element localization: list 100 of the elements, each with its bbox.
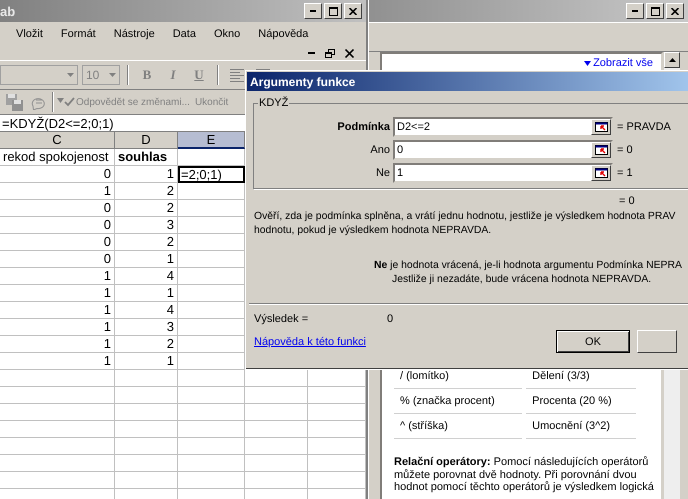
table-cell: 1 [0,353,115,370]
empty-cell [308,421,366,438]
empty-cell [178,387,245,404]
table-cell: Umocnění (3^2) [526,414,636,439]
table-cell: =2;0;1) [178,166,245,183]
empty-cell [178,421,245,438]
empty-cell [178,438,245,455]
argument-result: = 1 [616,166,634,178]
table-cell: 1 [115,251,178,268]
menu-item[interactable]: Vložit [16,27,43,41]
argument-label: Podmínka [337,120,391,132]
table-cell: 0 [0,251,115,268]
argument-result: = PRAVDA [616,120,672,132]
expand-arrow-icon [584,60,592,66]
cell-picker-icon [594,122,608,132]
argument-field[interactable]: D2<=2 [393,116,613,136]
empty-cell [178,370,245,387]
empty-cell [115,387,178,404]
table-cell: 2 [115,336,178,353]
menu-item[interactable]: Nápověda [258,27,308,41]
column-header[interactable]: C [0,132,115,149]
argument-label: Ne [376,166,391,178]
table-cell: % (značka procent) [394,389,522,414]
window-title: ab [0,4,16,18]
disks-icon [6,94,22,110]
empty-cell [308,455,366,472]
dropdown-arrow-icon [67,73,74,77]
table-cell: 0 [0,200,115,217]
table-cell: 1 [115,166,178,183]
empty-cell [308,387,366,404]
empty-cell [178,472,245,489]
empty-cell [308,404,366,421]
show-all-link[interactable]: Zobrazit vše [584,57,653,69]
cell-picker-icon [594,144,608,154]
table-cell: 1 [115,353,178,370]
column-header[interactable]: E [178,132,245,149]
empty-cell [245,421,308,438]
table-cell: 1 [0,285,115,302]
minimize-button[interactable] [626,3,644,19]
maximize-button[interactable] [646,3,664,19]
menu-item[interactable]: Nástroje [114,27,155,41]
table-cell: Procenta (20 %) [526,389,636,414]
table-cell: 2 [115,200,178,217]
argument-field[interactable]: 1 [393,162,613,182]
maximize-icon [650,6,660,16]
argument-result: = 0 [616,144,634,156]
table-cell: 1 [0,319,115,336]
menu-item[interactable]: Formát [60,27,96,41]
up-arrow-icon [668,58,676,62]
table-cell: souhlas [115,149,178,166]
minimize-icon [632,10,638,12]
empty-cell [115,421,178,438]
argument-field[interactable]: 0 [393,140,613,160]
empty-cell [115,370,178,387]
minimize-button[interactable] [304,3,322,19]
empty-cell [245,472,308,489]
empty-cell [245,455,308,472]
align-left-icon [230,68,244,82]
table-cell: 2 [115,183,178,200]
maximize-icon [328,6,338,16]
restore-button[interactable] [325,48,335,58]
argument-label: Ano [370,144,391,156]
dialog-title: Argumenty funkce [250,74,356,88]
table-cell: ^ (stříška) [394,414,522,439]
result-value: 0 [387,313,394,325]
table-cell: 0 [0,234,115,251]
table-cell: 1 [0,268,115,285]
table-cell: 1 [0,302,115,319]
function-description: Ověří, zda je podmínka splněna, a vrátí jednu hodnotu, jestliže je výsledkem hodnota PRAV [254,210,676,224]
collapse-dialog-button[interactable] [591,164,611,180]
table-cell: 1 [0,336,115,353]
table-cell: 4 [115,302,178,319]
collapse-dialog-button[interactable] [591,142,611,158]
empty-cell [178,455,245,472]
help-link[interactable]: Nápověda k této funkci [254,336,366,348]
empty-cell [115,404,178,421]
table-cell: 0 [0,166,115,183]
empty-cell [115,438,178,455]
maximize-button[interactable] [324,3,342,19]
table-cell: rekod spokojenost [0,149,115,166]
result-label: Výsledek = [254,313,310,325]
collapse-dialog-button[interactable] [591,118,611,134]
close-button[interactable] [345,48,354,58]
formula-bar[interactable]: =KDYŽ(D2<=2;0;1) [0,115,245,132]
argument-description: Ne je hodnota vrácená, je-li hodnota argumentu Podmínka NEPRA [374,259,683,273]
minimize-icon [310,10,316,12]
ok-button[interactable]: OK [556,330,630,353]
column-header[interactable]: D [115,132,178,149]
close-icon [345,48,354,58]
cancel-button[interactable] [637,330,677,353]
menu-item[interactable]: Data [172,27,196,41]
table-cell: 4 [115,268,178,285]
function-name: KDYŽ [258,97,290,109]
table-cell: 2 [115,234,178,251]
dropdown-arrow-icon [109,73,116,77]
restore-icon [325,48,335,58]
menu-item[interactable]: Okno [214,27,240,41]
table-cell: 1 [115,285,178,302]
scroll-up-button[interactable] [664,52,680,68]
empty-cell [115,455,178,472]
